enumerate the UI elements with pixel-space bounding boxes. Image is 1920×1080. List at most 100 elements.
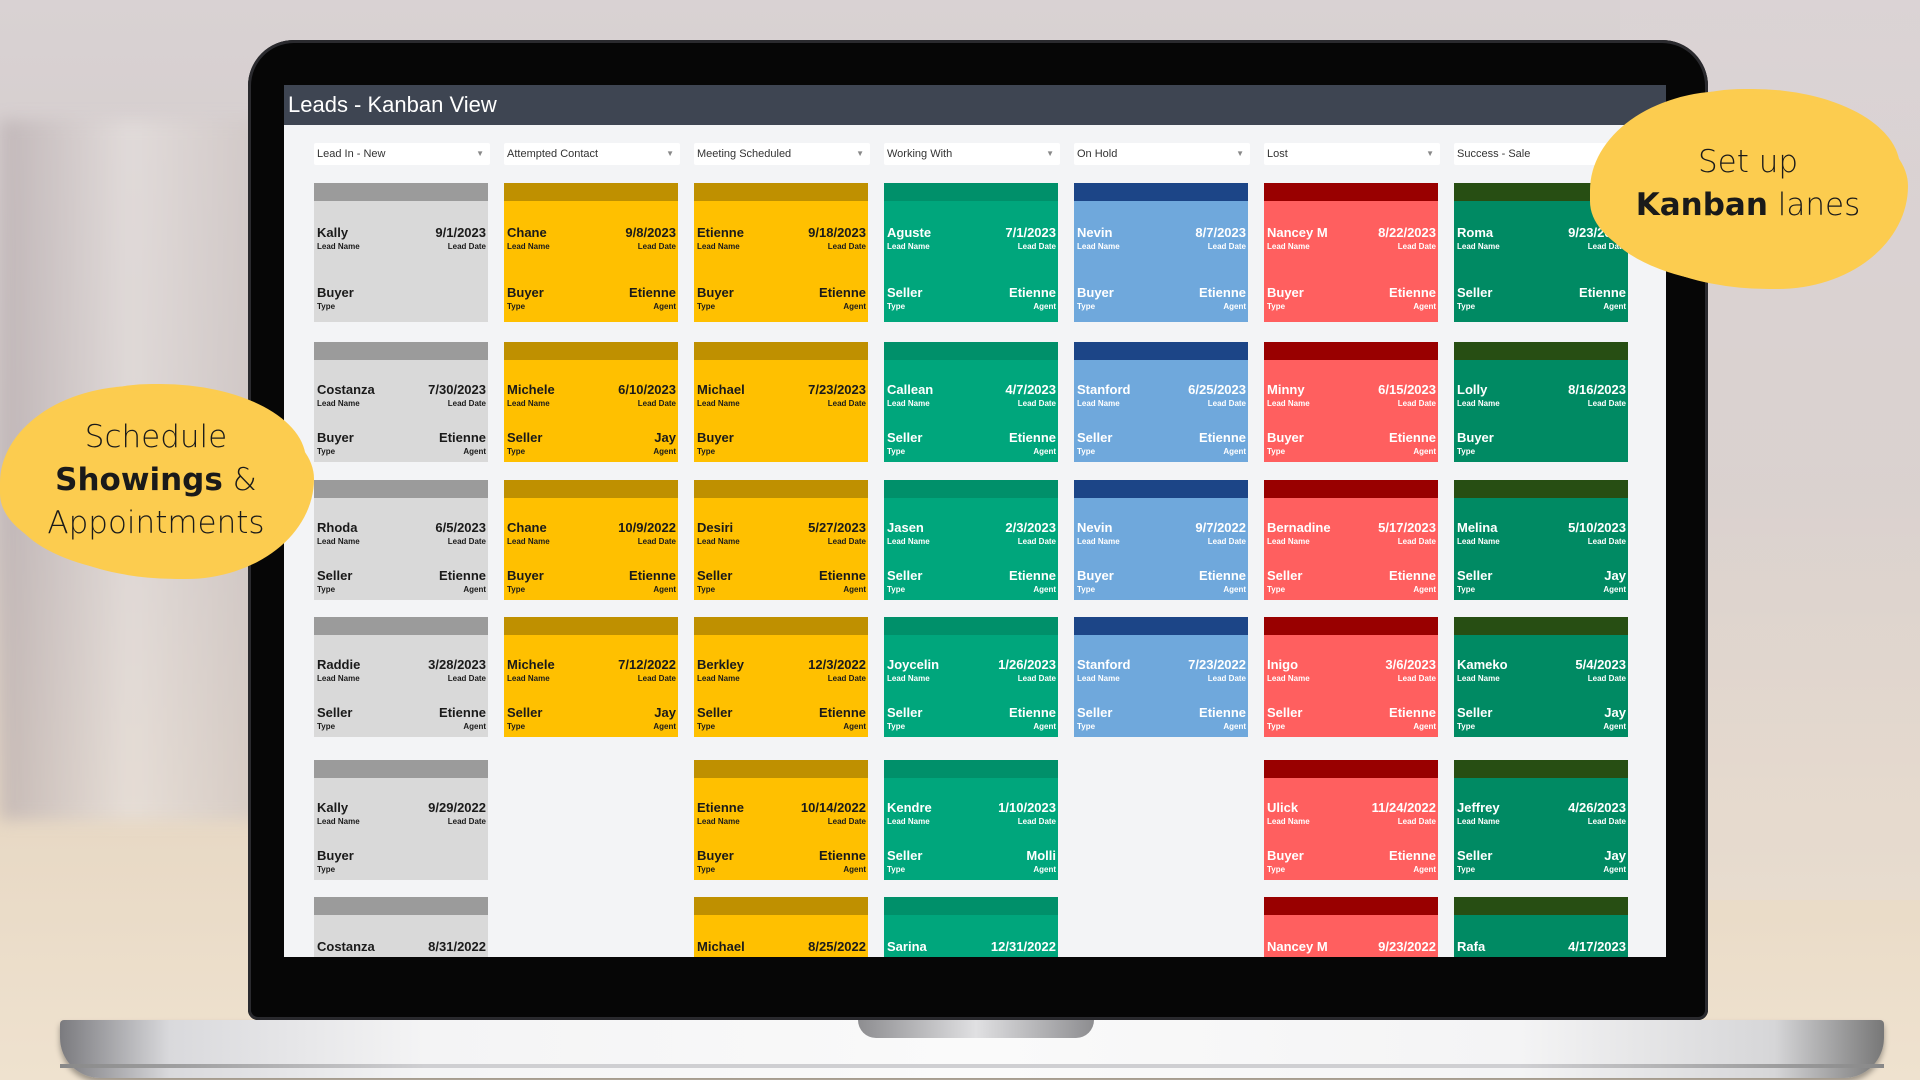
- lead-card[interactable]: Costanza Lead Name 8/31/2022 Lead Date: [314, 897, 488, 957]
- lead-card[interactable]: Rafa Lead Name 4/17/2023 Lead Date: [1454, 897, 1628, 957]
- lead-name-label: Lead Name: [507, 674, 550, 683]
- lead-card[interactable]: Michael Lead Name 8/25/2022 Lead Date: [694, 897, 868, 957]
- lane-select-meeting-scheduled[interactable]: Meeting Scheduled ▼: [694, 143, 870, 165]
- lead-agent-label: Agent: [1033, 585, 1056, 594]
- lead-card[interactable]: Michael Lead Name 7/23/2023 Lead Date Buyer T…: [694, 342, 868, 462]
- lead-type-label: Type: [697, 302, 716, 311]
- lead-card[interactable]: Costanza Lead Name 7/30/2023 Lead Date Buyer…: [314, 342, 488, 462]
- lead-name-label: Lead Name: [317, 399, 360, 408]
- lead-agent-label: Agent: [1413, 865, 1436, 874]
- lead-card-body: Ulick Lead Name 11/24/2022 Lead Date Buyer Ty…: [1264, 778, 1438, 880]
- lead-type: Seller: [887, 705, 923, 720]
- lead-date-label: Lead Date: [827, 674, 866, 683]
- lead-card[interactable]: Kally Lead Name 9/29/2022 Lead Date Buyer Typ…: [314, 760, 488, 880]
- lead-card[interactable]: Michele Lead Name 7/12/2022 Lead Date Seller…: [504, 617, 678, 737]
- lead-card[interactable]: Nevin Lead Name 9/7/2022 Lead Date Buyer Type…: [1074, 480, 1248, 600]
- lead-card-color-band: [314, 480, 488, 498]
- lead-card[interactable]: Sarina Lead Name 12/31/2022 Lead Date: [884, 897, 1058, 957]
- lead-card[interactable]: Callean Lead Name 4/7/2023 Lead Date Seller T…: [884, 342, 1058, 462]
- lead-card-color-band: [504, 342, 678, 360]
- lead-name: Rhoda: [317, 520, 358, 535]
- lead-card-body: Michael Lead Name 7/23/2023 Lead Date Buyer T…: [694, 360, 868, 462]
- lead-name: Sarina: [887, 939, 927, 954]
- lane-select-lead-in-new[interactable]: Lead In - New ▼: [314, 143, 490, 165]
- lead-card[interactable]: Michele Lead Name 6/10/2023 Lead Date Seller…: [504, 342, 678, 462]
- lead-agent: Etienne: [819, 568, 866, 583]
- lane-select-on-hold[interactable]: On Hold ▼: [1074, 143, 1250, 165]
- lead-card[interactable]: Jeffrey Lead Name 4/26/2023 Lead Date Seller…: [1454, 760, 1628, 880]
- lead-card-body: Berkley Lead Name 12/3/2022 Lead Date Seller…: [694, 635, 868, 737]
- lead-date-label: Lead Date: [447, 242, 486, 251]
- lead-card-body: Desiri Lead Name 5/27/2023 Lead Date Seller T…: [694, 498, 868, 600]
- lead-card-body: Kally Lead Name 9/29/2022 Lead Date Buyer Typ…: [314, 778, 488, 880]
- lead-card[interactable]: Aguste Lead Name 7/1/2023 Lead Date Seller Ty…: [884, 183, 1058, 322]
- callout-left-line3: Appointments: [47, 505, 265, 541]
- lead-card[interactable]: Raddie Lead Name 3/28/2023 Lead Date Seller T…: [314, 617, 488, 737]
- lead-agent-label: Agent: [463, 585, 486, 594]
- lead-card-body: Nevin Lead Name 9/7/2022 Lead Date Buyer Type…: [1074, 498, 1248, 600]
- lead-type: Seller: [887, 568, 923, 583]
- lane-select-lost[interactable]: Lost ▼: [1264, 143, 1440, 165]
- lead-date-label: Lead Date: [1018, 956, 1056, 957]
- lead-date: 6/15/2023: [1378, 382, 1436, 397]
- lead-type-label: Type: [887, 447, 906, 456]
- lead-card[interactable]: Minny Lead Name 6/15/2023 Lead Date Buyer Typ…: [1264, 342, 1438, 462]
- lead-card[interactable]: Kendre Lead Name 1/10/2023 Lead Date Seller T…: [884, 760, 1058, 880]
- lead-card[interactable]: Joycelin Lead Name 1/26/2023 Lead Date Selle…: [884, 617, 1058, 737]
- lead-card[interactable]: Chane Lead Name 10/9/2022 Lead Date Buyer Typ…: [504, 480, 678, 600]
- lead-name-label: Lead Name: [1267, 242, 1310, 251]
- lead-name: Michele: [507, 382, 555, 397]
- chevron-down-icon[interactable]: ▼: [1426, 143, 1434, 165]
- lead-card[interactable]: Stanford Lead Name 6/25/2023 Lead Date Selle…: [1074, 342, 1248, 462]
- lead-card[interactable]: Nevin Lead Name 8/7/2023 Lead Date Buyer Type…: [1074, 183, 1248, 322]
- lead-card[interactable]: Melina Lead Name 5/10/2023 Lead Date Seller T…: [1454, 480, 1628, 600]
- chevron-down-icon[interactable]: ▼: [476, 143, 484, 165]
- lead-card[interactable]: Jasen Lead Name 2/3/2023 Lead Date Seller Typ…: [884, 480, 1058, 600]
- lead-type: Buyer: [1077, 285, 1114, 300]
- lead-name-label: Lead Name: [1457, 674, 1500, 683]
- lead-name: Nevin: [1077, 225, 1113, 240]
- lead-card-body: Nancey M Lead Name 9/23/2022 Lead Date: [1264, 915, 1438, 957]
- lead-card-color-band: [1454, 342, 1628, 360]
- lead-type: Seller: [887, 430, 923, 445]
- lead-card[interactable]: Chane Lead Name 9/8/2023 Lead Date Buyer Type…: [504, 183, 678, 322]
- lead-card-color-band: [1264, 342, 1438, 360]
- lead-card[interactable]: Etienne Lead Name 10/14/2022 Lead Date Buyer…: [694, 760, 868, 880]
- lead-card-color-band: [1454, 760, 1628, 778]
- lead-card[interactable]: Nancey M Lead Name 8/22/2023 Lead Date Buyer…: [1264, 183, 1438, 322]
- lead-card-body: Michele Lead Name 6/10/2023 Lead Date Seller…: [504, 360, 678, 462]
- chevron-down-icon[interactable]: ▼: [666, 143, 674, 165]
- lead-name: Minny: [1267, 382, 1305, 397]
- chevron-down-icon[interactable]: ▼: [856, 143, 864, 165]
- chevron-down-icon[interactable]: ▼: [1046, 143, 1054, 165]
- lead-card[interactable]: Ulick Lead Name 11/24/2022 Lead Date Buyer Ty…: [1264, 760, 1438, 880]
- lead-card-body: Michele Lead Name 7/12/2022 Lead Date Seller…: [504, 635, 678, 737]
- lead-card[interactable]: Rhoda Lead Name 6/5/2023 Lead Date Seller Typ…: [314, 480, 488, 600]
- lead-card[interactable]: Stanford Lead Name 7/23/2022 Lead Date Selle…: [1074, 617, 1248, 737]
- lead-agent: Etienne: [1389, 848, 1436, 863]
- lead-agent: Etienne: [439, 705, 486, 720]
- lead-name: Jeffrey: [1457, 800, 1500, 815]
- lead-card[interactable]: Inigo Lead Name 3/6/2023 Lead Date Seller Typ…: [1264, 617, 1438, 737]
- lead-date-label: Lead Date: [637, 242, 676, 251]
- lead-name: Stanford: [1077, 657, 1131, 672]
- lead-card[interactable]: Desiri Lead Name 5/27/2023 Lead Date Seller T…: [694, 480, 868, 600]
- lead-card[interactable]: Nancey M Lead Name 9/23/2022 Lead Date: [1264, 897, 1438, 957]
- lead-agent-label: Agent: [1223, 722, 1246, 731]
- lane-select-working-with[interactable]: Working With ▼: [884, 143, 1060, 165]
- lead-date: 9/8/2023: [625, 225, 676, 240]
- lead-agent: Etienne: [1389, 285, 1436, 300]
- lead-card[interactable]: Lolly Lead Name 8/16/2023 Lead Date Buyer Typ…: [1454, 342, 1628, 462]
- lead-card[interactable]: Kally Lead Name 9/1/2023 Lead Date Buyer Type: [314, 183, 488, 322]
- lead-card[interactable]: Bernadine Lead Name 5/17/2023 Lead Date Sell…: [1264, 480, 1438, 600]
- lead-type-label: Type: [1077, 302, 1096, 311]
- lead-agent-label: Agent: [1223, 302, 1246, 311]
- lead-card[interactable]: Berkley Lead Name 12/3/2022 Lead Date Seller…: [694, 617, 868, 737]
- lead-card[interactable]: Etienne Lead Name 9/18/2023 Lead Date Buyer T…: [694, 183, 868, 322]
- chevron-down-icon[interactable]: ▼: [1236, 143, 1244, 165]
- lead-date: 3/28/2023: [428, 657, 486, 672]
- lead-card[interactable]: Kameko Lead Name 5/4/2023 Lead Date Seller Ty…: [1454, 617, 1628, 737]
- lane-select-attempted-contact[interactable]: Attempted Contact ▼: [504, 143, 680, 165]
- lead-type-label: Type: [697, 585, 716, 594]
- lead-date: 5/10/2023: [1568, 520, 1626, 535]
